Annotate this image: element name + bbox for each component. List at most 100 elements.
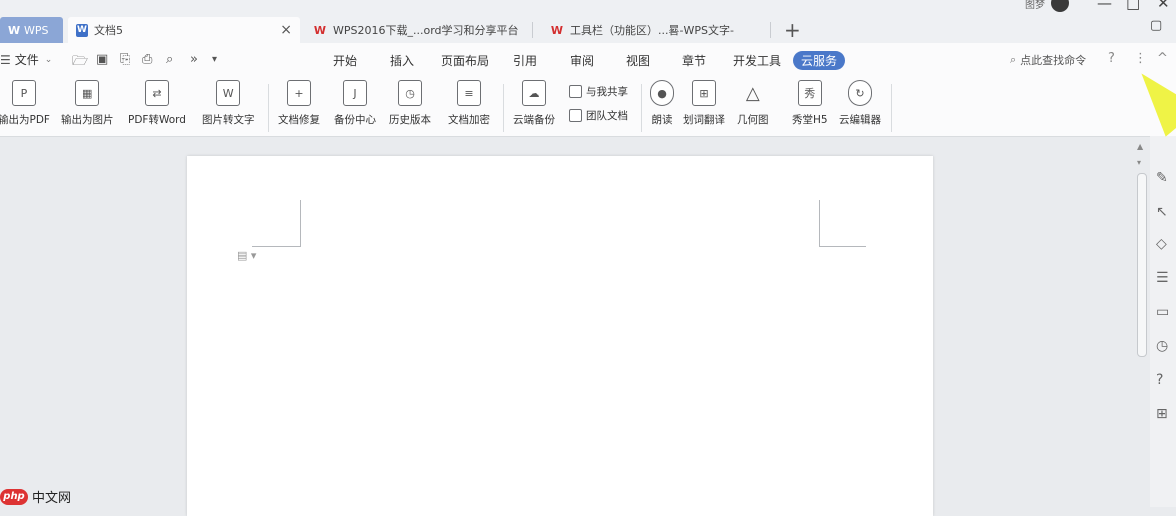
team-doc-button[interactable]: 团队文档 bbox=[569, 108, 628, 123]
maximize-button[interactable]: □ bbox=[1126, 0, 1140, 12]
tab-label: WPS2016下载_...ord学习和分享平台 bbox=[333, 24, 519, 37]
restore-icon[interactable]: ▢ bbox=[1150, 18, 1162, 33]
history-icon[interactable]: ◷ bbox=[1156, 338, 1168, 354]
tab-document-5[interactable]: W 文档5 × bbox=[68, 17, 300, 43]
tab-insert[interactable]: 插入 bbox=[390, 52, 414, 69]
tab-label: 文档5 bbox=[94, 24, 123, 37]
image-to-text-button[interactable]: W 图片转文字 bbox=[202, 80, 255, 127]
pen-icon[interactable]: ✎ bbox=[1156, 170, 1168, 186]
tab-start[interactable]: 开始 bbox=[333, 52, 357, 69]
microphone-icon: ● bbox=[650, 80, 674, 106]
tab-cloud-service[interactable]: 云服务 bbox=[793, 51, 846, 70]
customize-icon[interactable]: ▾ bbox=[212, 54, 217, 65]
cursor-icon[interactable]: ↖ bbox=[1156, 204, 1168, 220]
scroll-page-up-icon[interactable]: ▾ bbox=[1137, 158, 1141, 167]
tab-wps-home[interactable]: W WPS bbox=[0, 17, 63, 43]
tool-label: 云编辑器 bbox=[839, 114, 881, 126]
open-folder-icon[interactable]: 🗁 bbox=[72, 52, 88, 74]
tool-label: 团队文档 bbox=[586, 110, 628, 122]
shared-with-me-button[interactable]: 与我共享 bbox=[569, 84, 628, 99]
word-doc-icon: W bbox=[76, 23, 88, 37]
tab-review[interactable]: 审阅 bbox=[570, 52, 594, 69]
archive-icon[interactable]: ▭ bbox=[1156, 304, 1169, 320]
cloud-backup-button[interactable]: ☁ 云端备份 bbox=[513, 80, 555, 127]
export-pdf-icon: P bbox=[11, 80, 36, 106]
new-tab-button[interactable]: + bbox=[784, 17, 801, 43]
cloud-backup-icon: ☁ bbox=[522, 80, 546, 106]
menu-bar: ☰ 文件 ⌄ 🗁 ▣ ⎘ ⎙ ⌕ » ▾ 开始 插入 页面布局 引用 审阅 视图… bbox=[0, 43, 1176, 76]
document-page[interactable]: ▤ ▾ bbox=[187, 156, 933, 516]
tab-chapter[interactable]: 章节 bbox=[682, 52, 706, 69]
tool-label: 秀堂H5 bbox=[792, 114, 828, 126]
ribbon-toolbar: P 输出为PDF ▦ 输出为图片 ⇄ PDF转Word W 图片转文字 + 文档… bbox=[0, 76, 1176, 137]
tab-wps2016-download[interactable]: W WPS2016下载_...ord学习和分享平台 bbox=[303, 17, 527, 43]
shapes-icon[interactable]: ◇ bbox=[1156, 236, 1167, 252]
read-aloud-button[interactable]: ● 朗读 bbox=[650, 80, 674, 127]
wps-red-logo-icon: W bbox=[550, 23, 564, 37]
wps-red-logo-icon: W bbox=[313, 23, 327, 37]
hamburger-icon: ☰ bbox=[0, 52, 11, 67]
paragraph-options-icon[interactable]: ▤ ▾ bbox=[237, 249, 256, 262]
doc-repair-button[interactable]: + 文档修复 bbox=[278, 80, 320, 127]
share-icon bbox=[569, 85, 582, 98]
tool-label: 划词翻译 bbox=[683, 114, 725, 126]
user-account[interactable]: 图梦 bbox=[1025, 0, 1069, 12]
export-pdf-button[interactable]: P 输出为PDF bbox=[0, 80, 50, 127]
close-tab-icon[interactable]: × bbox=[280, 22, 292, 38]
tab-label: WPS bbox=[24, 23, 49, 37]
tool-label: 备份中心 bbox=[334, 114, 376, 126]
toolbar-divider bbox=[641, 84, 642, 132]
sliders-icon[interactable]: ☰ bbox=[1156, 270, 1169, 286]
export-icon[interactable]: ⎘ bbox=[120, 52, 130, 67]
minimize-button[interactable]: — bbox=[1097, 0, 1112, 12]
vertical-scrollbar[interactable] bbox=[1137, 173, 1147, 357]
tool-label: 输出为图片 bbox=[61, 114, 114, 126]
preview-icon[interactable]: ⌕ bbox=[166, 52, 173, 67]
geometry-button[interactable]: △ 几何图 bbox=[737, 80, 769, 127]
doc-encrypt-button[interactable]: ≡ 文档加密 bbox=[448, 80, 490, 127]
watermark-text: 中文网 bbox=[32, 491, 72, 506]
export-image-button[interactable]: ▦ 输出为图片 bbox=[61, 80, 114, 127]
grid-apps-icon[interactable]: ⊞ bbox=[1156, 406, 1168, 422]
history-version-button[interactable]: ◷ 历史版本 bbox=[389, 80, 431, 127]
toolbar-divider bbox=[268, 84, 269, 132]
command-search[interactable]: ⌕ 点此查找命令 bbox=[1010, 52, 1086, 68]
pdf-to-word-button[interactable]: ⇄ PDF转Word bbox=[128, 80, 186, 127]
h5-button[interactable]: 秀 秀堂H5 bbox=[792, 80, 828, 127]
watermark-logo: php bbox=[0, 488, 28, 505]
print-icon[interactable]: ⎙ bbox=[142, 52, 152, 67]
cloud-editor-button[interactable]: ↻ 云编辑器 bbox=[839, 80, 881, 127]
user-name: 图梦 bbox=[1025, 0, 1045, 11]
tool-label: PDF转Word bbox=[128, 114, 186, 126]
file-menu[interactable]: ☰ 文件 ⌄ bbox=[0, 51, 52, 68]
more-options-icon[interactable]: ⋮ bbox=[1134, 51, 1147, 66]
tab-toolbar-article[interactable]: W 工具栏（功能区）...晷-WPS文字- bbox=[540, 17, 764, 43]
image-to-text-icon: W bbox=[216, 80, 241, 106]
save-icon[interactable]: ▣ bbox=[96, 52, 108, 67]
margin-corner-top-left bbox=[252, 200, 301, 247]
tab-page-layout[interactable]: 页面布局 bbox=[441, 52, 489, 69]
tab-divider bbox=[532, 22, 533, 38]
tab-references[interactable]: 引用 bbox=[513, 52, 537, 69]
backup-center-button[interactable]: J 备份中心 bbox=[334, 80, 376, 127]
close-window-button[interactable]: ✕ bbox=[1157, 0, 1170, 12]
tool-label: 文档修复 bbox=[278, 114, 320, 126]
more-quick-access-icon[interactable]: » bbox=[190, 52, 198, 67]
tab-developer[interactable]: 开发工具 bbox=[733, 52, 781, 69]
scroll-up-icon[interactable]: ▲ bbox=[1137, 142, 1143, 151]
doc-encrypt-icon: ≡ bbox=[457, 80, 481, 106]
right-sidebar: ✎ ↖ ◇ ☰ ▭ ◷ ? ⊞ bbox=[1150, 136, 1176, 507]
chevron-down-icon: ⌄ bbox=[44, 54, 53, 65]
doc-repair-icon: + bbox=[287, 80, 311, 106]
translate-button[interactable]: ⊞ 划词翻译 bbox=[683, 80, 725, 127]
toolbar-divider bbox=[503, 84, 504, 132]
help-icon[interactable]: ? bbox=[1108, 51, 1115, 66]
site-watermark: php 中文网 bbox=[0, 487, 71, 506]
tool-label: 云端备份 bbox=[513, 114, 555, 126]
toolbar-divider bbox=[891, 84, 892, 132]
tool-label: 朗读 bbox=[651, 114, 673, 126]
tool-label: 历史版本 bbox=[389, 114, 431, 126]
help-circle-icon[interactable]: ? bbox=[1156, 372, 1163, 388]
cloud-editor-icon: ↻ bbox=[848, 80, 872, 106]
tab-view[interactable]: 视图 bbox=[626, 52, 650, 69]
